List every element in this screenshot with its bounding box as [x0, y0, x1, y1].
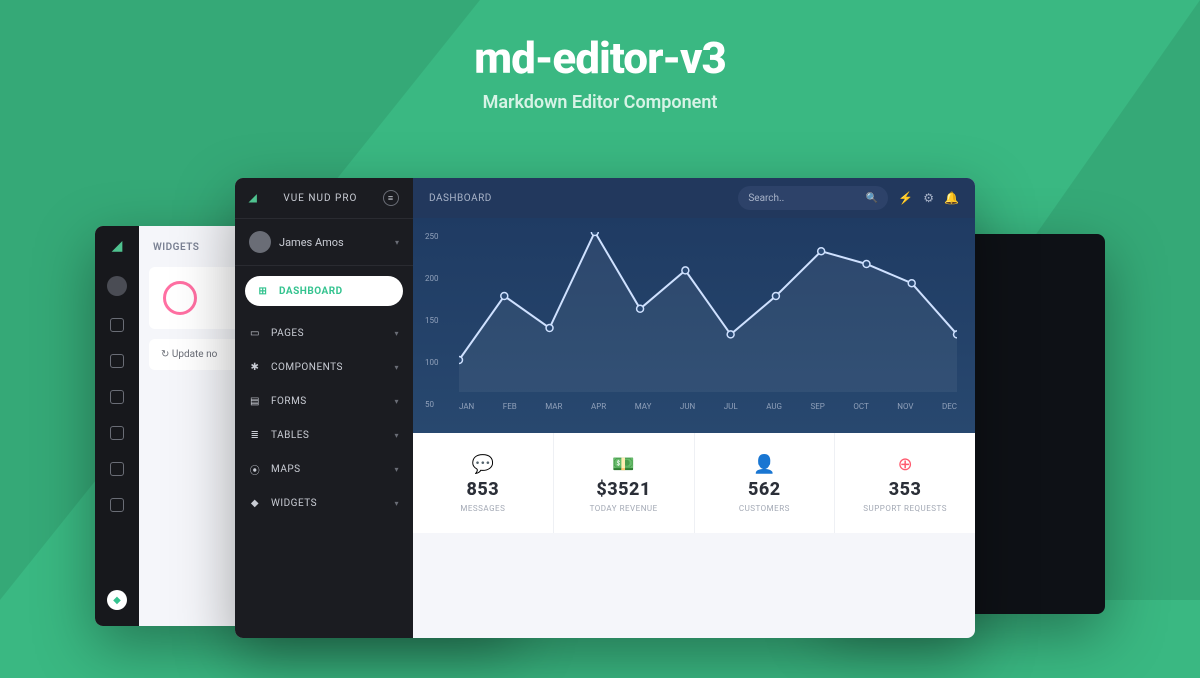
rail-icon[interactable]: [110, 318, 124, 332]
y-tick: 50: [425, 400, 439, 409]
search-placeholder: Search..: [748, 193, 784, 204]
tables-icon: ≣: [249, 429, 261, 441]
user-name: James Amos: [279, 236, 344, 249]
y-tick: 250: [425, 232, 439, 241]
rail-icon[interactable]: [110, 426, 124, 440]
rail-icon[interactable]: [110, 390, 124, 404]
chat-icon: 💬: [472, 454, 494, 475]
rail-icon[interactable]: [110, 498, 124, 512]
logo-icon: ◢: [112, 238, 123, 254]
rail-icon[interactable]: [110, 354, 124, 368]
rail-active-icon[interactable]: ◆: [107, 590, 127, 610]
search-input[interactable]: Search.. 🔍: [738, 186, 888, 210]
stat-card: 💬 853 MESSAGES: [413, 433, 554, 533]
widgets-icon: ◆: [249, 497, 261, 509]
sidebar-item-pages[interactable]: ▭ PAGES ▾: [235, 316, 413, 350]
lifebuoy-icon: ⊕: [898, 454, 913, 475]
x-tick: JUL: [724, 402, 738, 411]
stat-card: ⊕ 353 SUPPORT REQUESTS: [835, 433, 975, 533]
activity-icon[interactable]: ⚡: [898, 191, 913, 205]
x-tick: OCT: [853, 402, 868, 411]
sidebar-item-label: DASHBOARD: [279, 286, 343, 297]
stat-label: SUPPORT REQUESTS: [863, 504, 947, 513]
money-icon: 💵: [612, 454, 634, 475]
brand-label: VUE NUD PRO: [283, 193, 357, 204]
stat-card: 💵 $3521 TODAY REVENUE: [554, 433, 695, 533]
forms-icon: ▤: [249, 395, 261, 407]
menu-toggle-icon[interactable]: ≡: [383, 190, 399, 206]
chevron-down-icon: ▾: [394, 431, 399, 440]
x-tick: SEP: [811, 402, 825, 411]
pages-icon: ▭: [249, 327, 261, 339]
bell-icon[interactable]: 🔔: [944, 191, 959, 205]
stat-value: 853: [467, 479, 500, 500]
sidebar-item-label: FORMS: [271, 396, 307, 407]
breadcrumb: DASHBOARD: [429, 193, 492, 204]
progress-ring-icon: [163, 281, 197, 315]
y-tick: 100: [425, 358, 439, 367]
person-icon: 👤: [753, 454, 775, 475]
avatar-icon: [107, 276, 127, 296]
sidebar-item-label: WIDGETS: [271, 498, 317, 509]
hero-subtitle: Markdown Editor Component: [0, 92, 1200, 113]
x-tick: APR: [591, 402, 606, 411]
hero-title: md-editor-v3: [0, 32, 1200, 84]
dashboard-icon: ⊞: [257, 285, 269, 297]
chevron-down-icon: ▾: [395, 238, 399, 247]
chevron-down-icon: ▾: [394, 465, 399, 474]
topbar: DASHBOARD Search.. 🔍 ⚡ ⚙ 🔔: [413, 178, 975, 218]
x-tick: DEC: [942, 402, 957, 411]
y-tick: 150: [425, 316, 439, 325]
sidebar-item-label: PAGES: [271, 328, 304, 339]
search-icon: 🔍: [866, 193, 878, 204]
sidebar-item-components[interactable]: ✱ COMPONENTS ▾: [235, 350, 413, 384]
x-tick: JAN: [459, 402, 474, 411]
chevron-down-icon: ▾: [394, 329, 399, 338]
sidebar-item-label: MAPS: [271, 464, 301, 475]
x-tick: MAY: [635, 402, 652, 411]
chart-y-axis: 250 200 150 100 50: [425, 232, 439, 409]
stat-label: CUSTOMERS: [739, 504, 790, 513]
sidebar: ◢ VUE NUD PRO ≡ James Amos ▾ ⊞ DASHBOARD ▭…: [235, 178, 413, 638]
stat-card: 👤 562 CUSTOMERS: [695, 433, 836, 533]
sidebar-item-tables[interactable]: ≣ TABLES ▾: [235, 418, 413, 452]
sidebar-brand-row: ◢ VUE NUD PRO ≡: [235, 178, 413, 219]
sidebar-item-forms[interactable]: ▤ FORMS ▾: [235, 384, 413, 418]
gear-icon[interactable]: ⚙: [923, 191, 934, 205]
x-tick: JUN: [680, 402, 695, 411]
sidebar-item-label: TABLES: [271, 430, 309, 441]
mini-sidebar-rail: ◢ ◆: [95, 226, 139, 626]
chart-panel: 250 200 150 100 50 JAN FEB MAR APR MAY JUN JUL…: [413, 218, 975, 433]
line-chart: [459, 232, 957, 392]
x-tick: FEB: [503, 402, 517, 411]
preview-stage: ◢ ◆ WIDGETS ↻ Update no ⊞ DASHBOARD plan…: [95, 178, 1105, 678]
logo-icon: ◢: [249, 193, 258, 204]
preview-card-center: ◢ VUE NUD PRO ≡ James Amos ▾ ⊞ DASHBOARD ▭…: [235, 178, 975, 638]
sidebar-item-widgets[interactable]: ◆ WIDGETS ▾: [235, 486, 413, 520]
y-tick: 200: [425, 274, 439, 283]
stats-row: 💬 853 MESSAGES 💵 $3521 TODAY REVENUE 👤 562 CUSTO…: [413, 433, 975, 533]
x-tick: MAR: [545, 402, 562, 411]
maps-icon: ⦿: [249, 463, 261, 475]
avatar-icon: [249, 231, 271, 253]
chart-x-axis: JAN FEB MAR APR MAY JUN JUL AUG SEP OCT NOV DEC: [459, 396, 957, 411]
main-panel: DASHBOARD Search.. 🔍 ⚡ ⚙ 🔔 250 200 150 1…: [413, 178, 975, 638]
chevron-down-icon: ▾: [394, 499, 399, 508]
sidebar-user[interactable]: James Amos ▾: [235, 219, 413, 266]
chevron-down-icon: ▾: [394, 397, 399, 406]
stat-value: 353: [889, 479, 922, 500]
components-icon: ✱: [249, 361, 261, 373]
rail-icon[interactable]: [110, 462, 124, 476]
stat-label: TODAY REVENUE: [590, 504, 658, 513]
stat-value: 562: [748, 479, 781, 500]
stat-value: $3521: [596, 479, 650, 500]
sidebar-item-label: COMPONENTS: [271, 362, 343, 373]
stat-label: MESSAGES: [460, 504, 505, 513]
chevron-down-icon: ▾: [394, 363, 399, 372]
x-tick: NOV: [897, 402, 913, 411]
sidebar-item-dashboard[interactable]: ⊞ DASHBOARD: [245, 276, 403, 306]
x-tick: AUG: [766, 402, 782, 411]
hero: md-editor-v3 Markdown Editor Component: [0, 0, 1200, 113]
sidebar-item-maps[interactable]: ⦿ MAPS ▾: [235, 452, 413, 486]
